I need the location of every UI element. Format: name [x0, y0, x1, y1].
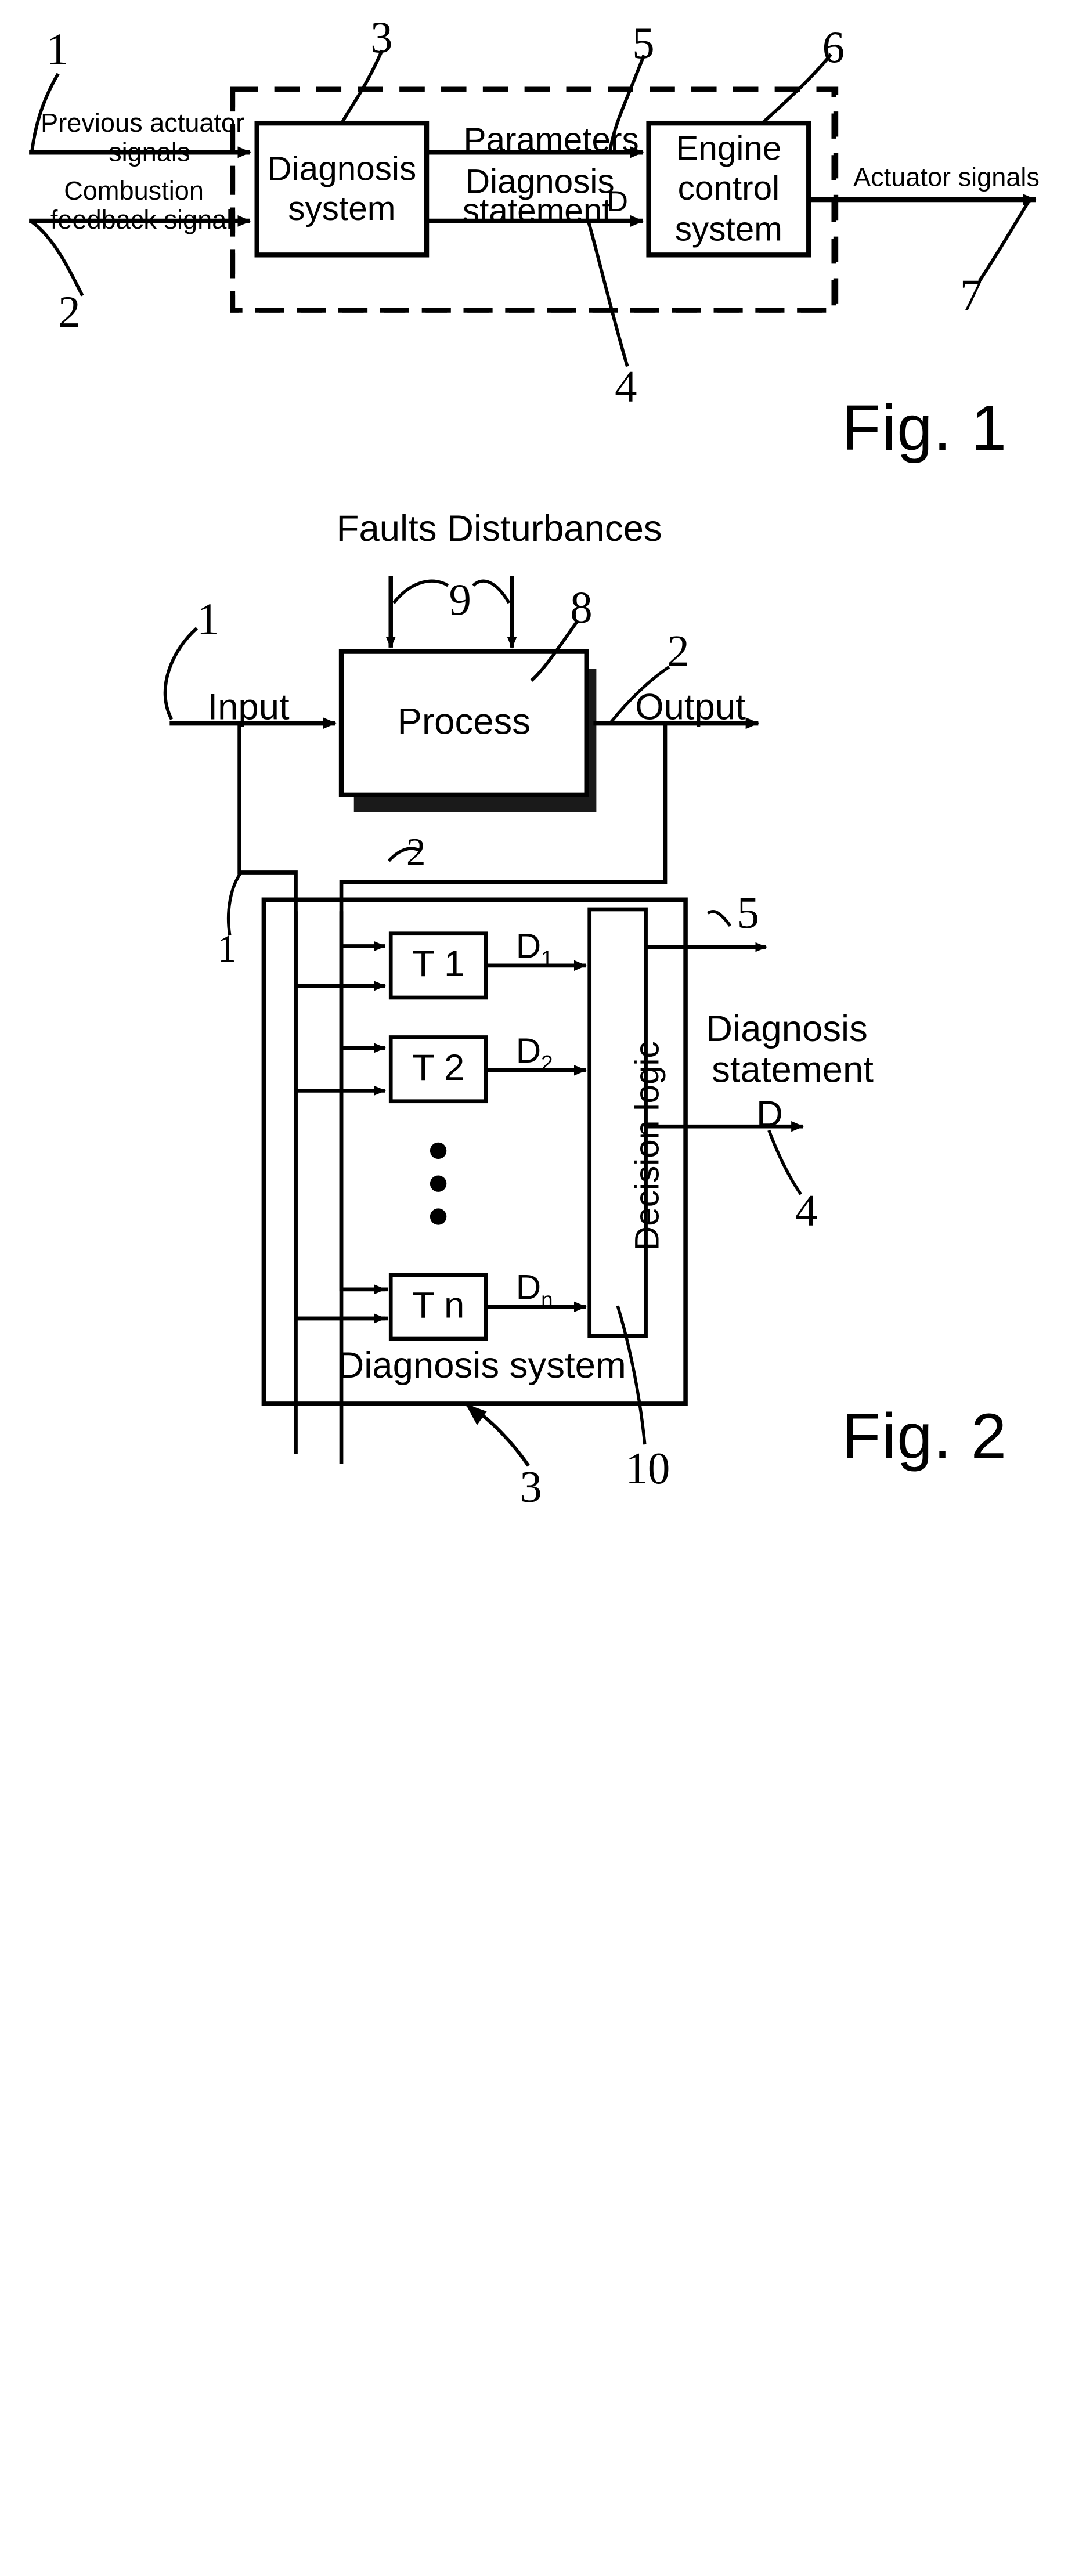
fig2-ref-2-output: 2 — [667, 626, 690, 676]
fig1-d-symbol: D — [607, 186, 628, 218]
fig2-signal-d2: D2 — [516, 1031, 553, 1076]
fig2-ref-1-input: 1 — [197, 594, 219, 644]
fig2-test-label-t1: T 1 — [391, 934, 486, 998]
fig1-diagnosis-line2: system — [288, 190, 396, 228]
fig1-input1-line2: signals — [109, 138, 190, 167]
fig1-leader-4 — [587, 221, 629, 367]
fig2-ref-4: 4 — [795, 1186, 818, 1235]
fig2-leader-5 — [707, 910, 732, 927]
fig2-ref-10: 10 — [625, 1443, 670, 1493]
fig2-test-label-t2: T 2 — [391, 1037, 486, 1101]
fig1-ref-5: 5 — [632, 18, 655, 68]
fig2-input-tap — [237, 723, 298, 1454]
fig2-test-label-tn: T n — [391, 1275, 486, 1339]
fig2-signal-dn: Dn — [516, 1267, 553, 1313]
fig1-engine-line3: system — [674, 209, 782, 248]
fig1-ref-2: 2 — [58, 287, 81, 337]
fig1-diagnosis-statement-line2: statement — [462, 192, 612, 230]
fig2-diagnosis-statement-line1: Diagnosis — [706, 1009, 868, 1050]
fig2-ellipsis-dot — [430, 1208, 447, 1225]
fig2-output-label: Output — [635, 687, 746, 728]
fig2-title: Faults Disturbances — [336, 509, 662, 550]
fig2-signal-d1-sub: 1 — [541, 946, 553, 971]
fig1-input2-line1: Combustion — [64, 176, 204, 206]
fig2-test-t1-text: T 1 — [412, 944, 465, 985]
fig1-input1-line1: Previous actuator — [41, 109, 245, 138]
fig2-signal-dn-letter: D — [515, 1267, 542, 1307]
fig2-signal-d2-sub: 2 — [541, 1051, 553, 1075]
fig2-leader-3-head — [465, 1403, 487, 1425]
patent-drawing-sheet: Previous actuator signals Combustion fee… — [0, 0, 1086, 1541]
fig1-actuator-signals-label: Actuator signals — [853, 162, 1040, 192]
fig1-engine-control-label: Engine control system — [649, 123, 809, 255]
fig2-disturbance-brace-left — [392, 579, 449, 604]
fig2-input-label: Input — [207, 687, 290, 728]
fig1-engine-line2: control — [677, 169, 780, 208]
fig2-caption: Fig. 2 — [842, 1400, 1008, 1472]
fig2-bus-output — [339, 911, 388, 1292]
fig2-test-t2-text: T 2 — [412, 1048, 465, 1089]
fig2-test-tn-text: T n — [412, 1285, 465, 1327]
fig2-process-text: Process — [397, 702, 531, 743]
fig1-ref-6: 6 — [822, 22, 845, 72]
fig1-engine-line1: Engine — [676, 129, 782, 168]
fig1-diagnosis-line1: Diagnosis — [267, 150, 417, 188]
fig2-ellipsis-dot — [430, 1142, 447, 1159]
fig2-d-symbol: D — [756, 1094, 783, 1136]
fig1-ref-4: 4 — [615, 362, 637, 411]
fig1-input2-line2: feedback signal — [50, 205, 233, 235]
fig2-ref-1-tap: 1 — [217, 927, 237, 971]
fig2-ref-8: 8 — [570, 582, 593, 633]
fig2-disturbance-brace-right — [472, 579, 511, 604]
fig2-diagnosis-statement-line2: statement — [712, 1050, 874, 1091]
fig1-ref-7: 7 — [959, 270, 983, 320]
fig2-signal-d1-letter: D — [515, 926, 542, 966]
fig2-signal-dn-sub: n — [541, 1287, 553, 1312]
fig2-ref-9: 9 — [449, 575, 471, 624]
fig2-process-label: Process — [341, 652, 587, 795]
fig1-diagnosis-system-label: Diagnosis system — [257, 123, 427, 255]
fig1-leader-7 — [977, 198, 1031, 283]
fig2-ref-2-tap: 2 — [406, 829, 426, 874]
fig2-signal-d1: D1 — [516, 926, 553, 971]
fig2-leader-1-input — [163, 627, 198, 720]
fig2-system-label: Diagnosis system — [337, 1345, 626, 1386]
fig1-ref-1: 1 — [46, 24, 69, 74]
fig2-signal-d2-letter: D — [515, 1030, 542, 1071]
fig1-parameters-label: Parameters — [463, 121, 639, 159]
fig2-ref-5: 5 — [737, 888, 760, 938]
fig2-ellipsis-dot — [430, 1175, 447, 1192]
fig1-caption: Fig. 1 — [842, 391, 1008, 464]
fig2-ref-3: 3 — [519, 1462, 542, 1512]
fig1-ref-3: 3 — [370, 12, 393, 62]
fig2-decision-logic-label: Decision logic — [628, 1041, 666, 1251]
